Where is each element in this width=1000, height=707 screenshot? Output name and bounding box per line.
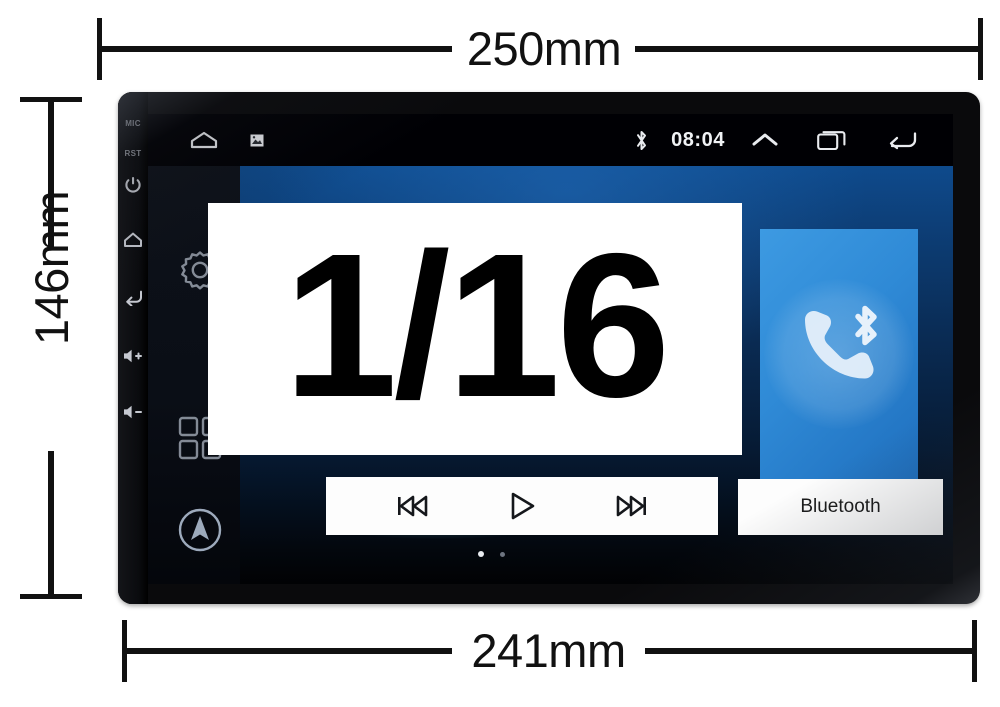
reset-label: RST: [124, 149, 142, 158]
bluetooth-phone-icon: [785, 304, 893, 405]
diagram-canvas: 250mm 146mm 241mm 08:04 Bluetooth MIC RS…: [0, 0, 1000, 707]
volume-up-icon[interactable]: [118, 348, 148, 364]
dimension-label-bottom: 241mm: [471, 624, 626, 677]
mic-label: MIC: [125, 119, 141, 128]
back-key-icon[interactable]: [118, 289, 148, 306]
dimension-bottom-width: 241mm: [122, 620, 977, 682]
dimension-line-segment-left: [100, 46, 452, 52]
status-bar-clock: 08:04: [671, 128, 725, 151]
hardware-key-column: MIC RST: [118, 92, 148, 604]
dimension-line-segment-right: [645, 648, 974, 654]
previous-track-icon[interactable]: [391, 486, 437, 526]
android-status-bar: 08:04: [148, 114, 953, 166]
tile-bluetooth[interactable]: [760, 229, 918, 479]
next-track-icon[interactable]: [607, 486, 653, 526]
volume-down-icon[interactable]: [118, 404, 148, 420]
recent-apps-icon[interactable]: [812, 114, 852, 166]
tile-label-panel-bluetooth: Bluetooth: [738, 479, 943, 535]
back-arrow-icon[interactable]: [882, 114, 922, 166]
dimension-label-left: 146mm: [25, 190, 78, 346]
play-icon[interactable]: [499, 486, 545, 526]
page-dot: [500, 551, 505, 557]
overlay-fraction-badge: 1/16: [208, 203, 742, 455]
power-icon[interactable]: [118, 176, 148, 194]
navigation-compass-icon[interactable]: [176, 506, 224, 559]
dimension-line-segment-lower: [48, 451, 54, 596]
bluetooth-icon: [629, 114, 653, 166]
page-dot-active: [478, 551, 484, 557]
dimension-line-segment-right: [635, 46, 981, 52]
page-indicator[interactable]: [478, 548, 548, 560]
tile-label-bluetooth: Bluetooth: [800, 496, 881, 517]
notification-icon[interactable]: [244, 114, 270, 166]
dimension-line-segment-left: [125, 648, 452, 654]
dimension-label-top: 250mm: [466, 22, 622, 75]
media-controls-bar: [326, 477, 718, 535]
dimension-top-width: 250mm: [97, 18, 983, 80]
home-icon[interactable]: [184, 114, 224, 166]
chevron-up-icon[interactable]: [748, 114, 782, 166]
home-key-icon[interactable]: [118, 232, 148, 248]
dimension-left-height: 146mm: [20, 97, 82, 599]
overlay-fraction-text: 1/16: [283, 210, 671, 440]
